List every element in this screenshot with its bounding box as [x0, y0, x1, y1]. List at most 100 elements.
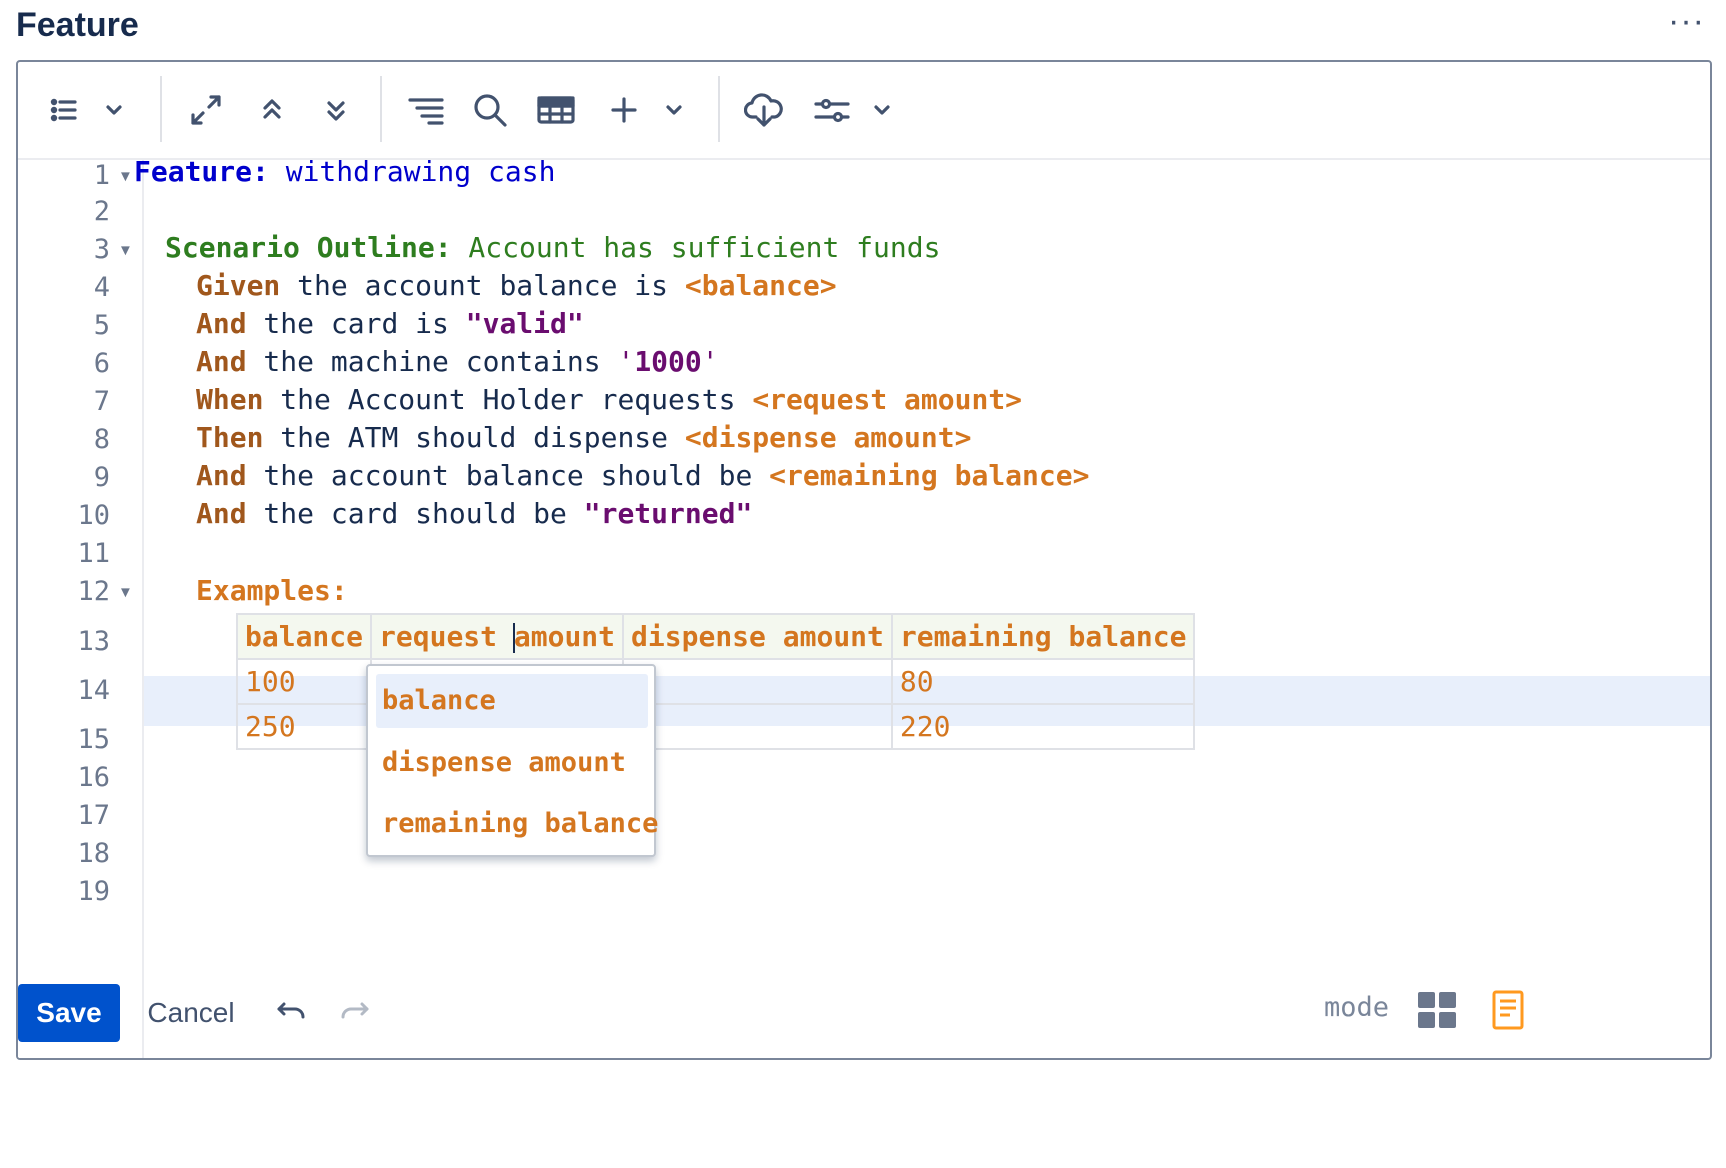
code-line[interactable]: And the machine contains '1000' — [196, 345, 719, 378]
more-options-icon[interactable]: ··· — [1668, 2, 1705, 41]
autocomplete-item[interactable]: remaining balance — [376, 797, 658, 851]
scenario-name: Account has sufficient funds — [451, 231, 941, 264]
chevron-down-icon[interactable] — [860, 88, 904, 132]
code-line[interactable]: And the account balance should be <remai… — [196, 459, 1089, 492]
line-number: 11 — [77, 538, 110, 569]
text-view-icon[interactable] — [1486, 988, 1530, 1032]
examples-keyword: Examples: — [196, 574, 348, 607]
table-header-cell[interactable]: remaining balance — [890, 613, 1196, 660]
step-text: the card should be — [246, 497, 584, 530]
table-cell[interactable] — [622, 658, 893, 705]
step-text: the ATM should dispense — [263, 421, 685, 454]
line-number: 17 — [77, 800, 110, 831]
toolbar-divider — [380, 76, 382, 142]
expand-icon[interactable] — [184, 88, 228, 132]
search-icon[interactable] — [468, 88, 512, 132]
line-number: 13 — [77, 626, 110, 657]
step-text: the machine contains — [246, 345, 618, 378]
plus-icon[interactable] — [602, 88, 646, 132]
fold-icon[interactable]: ▼ — [118, 168, 133, 185]
line-number: 1 — [93, 160, 110, 191]
save-button[interactable]: Save — [18, 984, 120, 1042]
grid-view-icon[interactable] — [1416, 988, 1460, 1032]
settings-sliders-icon[interactable] — [810, 88, 854, 132]
fold-icon[interactable]: ▼ — [118, 242, 133, 259]
table-cell[interactable]: 100 — [235, 658, 373, 705]
parameter: <request amount> — [752, 383, 1023, 416]
page-title: Feature — [16, 6, 139, 44]
line-number: 8 — [93, 424, 110, 455]
cancel-button[interactable]: Cancel — [136, 984, 246, 1042]
line-number: 3 — [93, 234, 110, 265]
list-icon[interactable] — [42, 88, 86, 132]
cloud-download-icon[interactable] — [742, 88, 786, 132]
step-text: the account balance is — [280, 269, 685, 302]
header-text: request — [379, 620, 514, 653]
collapse-down-icon[interactable] — [314, 88, 358, 132]
line-number: 7 — [93, 386, 110, 417]
header-text: amount — [513, 620, 616, 653]
line-number: 14 — [77, 675, 110, 706]
table-cell[interactable]: 220 — [890, 703, 1196, 750]
chevron-down-icon[interactable] — [92, 88, 136, 132]
code-line[interactable]: Scenario Outline: Account has sufficient… — [165, 231, 940, 264]
table-header-cell[interactable]: balance — [235, 613, 373, 660]
keyword: Feature: — [134, 155, 269, 188]
autocomplete-item[interactable]: dispense amount — [376, 736, 648, 790]
parameter: <remaining balance> — [769, 459, 1090, 492]
keyword: And — [196, 459, 247, 492]
parameter: <balance> — [684, 269, 837, 302]
line-number: 2 — [93, 196, 110, 227]
table-cell[interactable] — [622, 703, 893, 750]
string-literal: "valid" — [465, 307, 584, 340]
step-text: the account balance should be — [246, 459, 770, 492]
feature-name: withdrawing cash — [268, 155, 556, 188]
quote: ' — [617, 345, 635, 378]
feature-editor[interactable]: 1 ▼ 2 3 ▼ 4 5 6 7 8 9 10 11 12 ▼ 13 14 1… — [16, 60, 1712, 1060]
line-number: 18 — [77, 838, 110, 869]
line-number: 12 — [77, 576, 110, 607]
chevron-down-icon[interactable] — [652, 88, 696, 132]
line-number: 15 — [77, 724, 110, 755]
code-line[interactable]: Given the account balance is <balance> — [196, 269, 837, 302]
line-number: 4 — [93, 272, 110, 303]
fold-icon[interactable]: ▼ — [118, 584, 133, 601]
keyword: Then — [196, 421, 264, 454]
step-text: the Account Holder requests — [263, 383, 753, 416]
string-literal: 1000 — [634, 345, 702, 378]
table-icon[interactable] — [534, 88, 578, 132]
line-number: 16 — [77, 762, 110, 793]
code-line[interactable]: And the card should be "returned" — [196, 497, 752, 530]
table-cell[interactable]: 80 — [890, 658, 1196, 705]
quote: ' — [701, 345, 719, 378]
string-literal: "returned" — [583, 497, 753, 530]
autocomplete-dropdown: balance dispense amount remaining balanc… — [366, 664, 658, 857]
code-line[interactable]: Feature: withdrawing cash — [134, 155, 555, 188]
line-number: 19 — [77, 876, 110, 907]
keyword: And — [196, 497, 247, 530]
table-header-row: balance request amount dispense amount r… — [235, 613, 1196, 660]
code-line[interactable]: Examples: — [196, 574, 348, 607]
toolbar-divider — [160, 76, 162, 142]
mode-label: mode — [1324, 992, 1390, 1023]
line-number: 10 — [77, 500, 110, 531]
keyword: When — [196, 383, 264, 416]
line-number: 9 — [93, 462, 110, 493]
redo-icon[interactable] — [336, 996, 372, 1030]
table-header-cell-active[interactable]: request amount — [370, 613, 625, 660]
undo-icon[interactable] — [276, 996, 312, 1030]
autocomplete-item[interactable]: balance — [376, 674, 648, 728]
toolbar-divider — [718, 76, 720, 142]
keyword: And — [196, 345, 247, 378]
editor-toolbar — [18, 62, 1710, 160]
table-header-cell[interactable]: dispense amount — [622, 613, 893, 660]
table-cell[interactable]: 250 — [235, 703, 373, 750]
code-line[interactable]: When the Account Holder requests <reques… — [196, 383, 1022, 416]
line-number: 5 — [93, 310, 110, 341]
code-line[interactable]: And the card is "valid" — [196, 307, 584, 340]
code-line[interactable]: Then the ATM should dispense <dispense a… — [196, 421, 971, 454]
format-icon[interactable] — [404, 88, 448, 132]
step-text: the card is — [246, 307, 466, 340]
keyword: Scenario Outline: — [165, 231, 452, 264]
collapse-up-icon[interactable] — [250, 88, 294, 132]
